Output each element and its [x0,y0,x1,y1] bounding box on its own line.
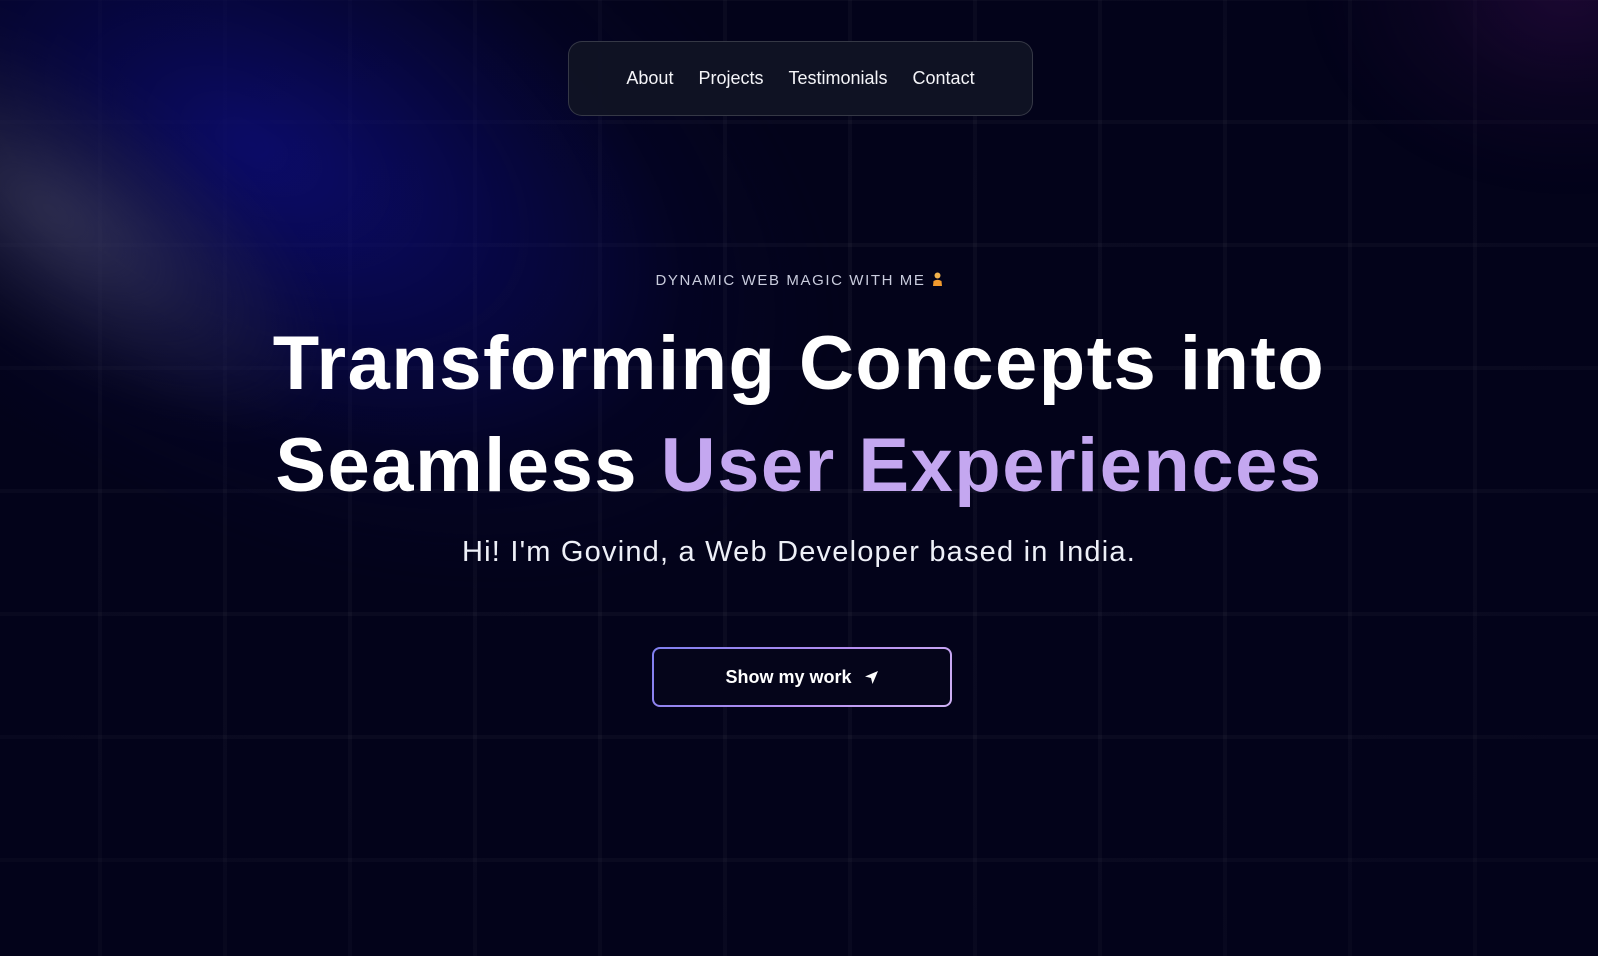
nav-item-projects[interactable]: Projects [698,68,763,89]
floating-navbar: About Projects Testimonials Contact [568,41,1033,116]
show-my-work-label: Show my work [725,666,852,687]
person-emoji-icon [932,272,943,291]
nav-item-about[interactable]: About [626,68,673,89]
nav-item-testimonials[interactable]: Testimonials [788,68,887,89]
hero-subtitle: Hi! I'm Govind, a Web Developer based in… [462,536,1136,568]
nav-item-contact[interactable]: Contact [913,68,975,89]
hero-headline: Transforming Concepts into Seamless User… [0,313,1598,517]
hero-eyebrow-text: DYNAMIC WEB MAGIC WITH ME [655,272,926,289]
hero-eyebrow: DYNAMIC WEB MAGIC WITH ME [0,272,1598,291]
show-my-work-button[interactable]: Show my work [652,647,952,707]
location-arrow-icon [864,670,879,685]
hero-headline-line2-prefix: Seamless [275,423,639,508]
hero-headline-accent: User Experiences [660,423,1323,508]
page: About Projects Testimonials Contact DYNA… [0,0,1598,956]
hero-headline-line1: Transforming Concepts into [272,321,1326,406]
